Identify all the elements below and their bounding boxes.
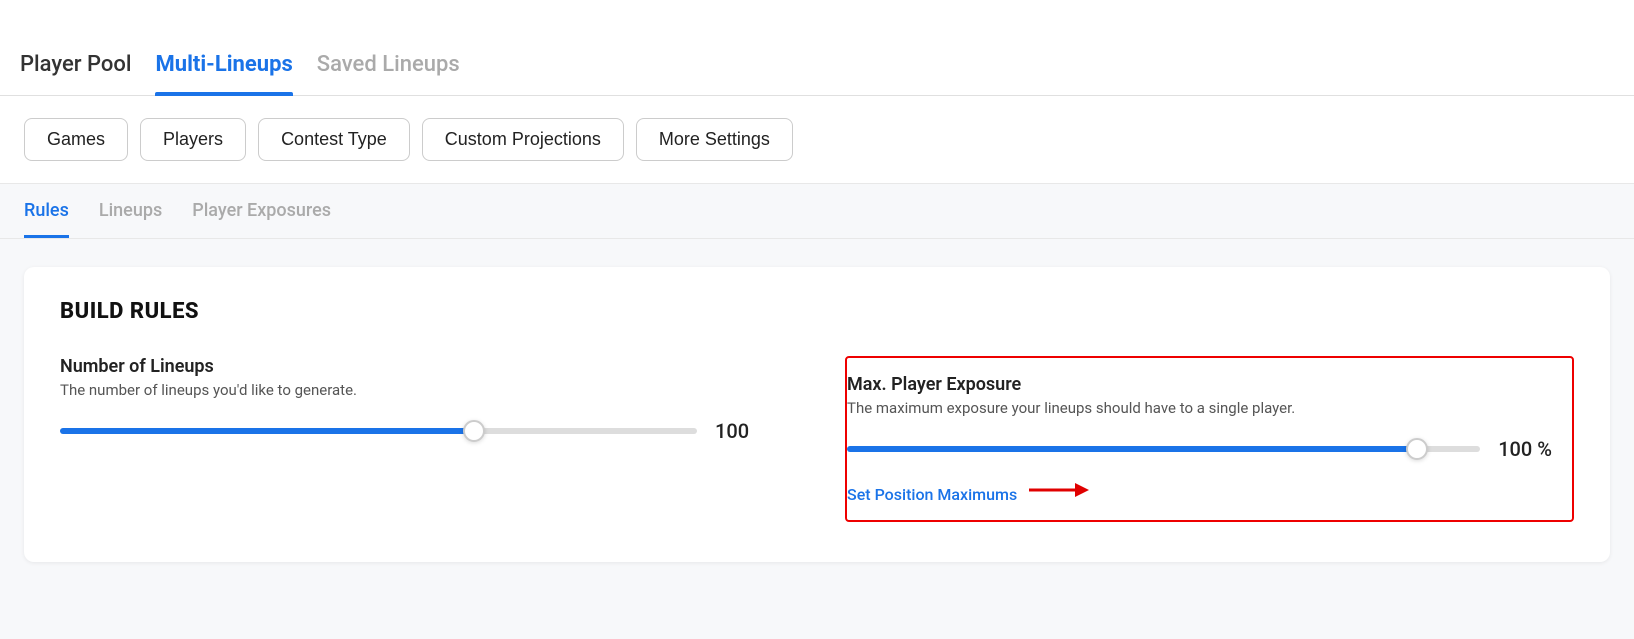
rules-row: Number of Lineups The number of lineups … [60,356,1574,522]
number-of-lineups-section: Number of Lineups The number of lineups … [60,356,765,443]
filter-more-settings-button[interactable]: More Settings [636,118,793,161]
red-arrow-icon [1029,479,1089,501]
exposure-slider-fill [847,446,1417,452]
nav-player-pool[interactable]: Player Pool [20,52,155,95]
set-position-maximums-link[interactable]: Set Position Maximums [847,485,1017,504]
lineups-slider-thumb[interactable] [463,420,485,442]
filter-contest-type-button[interactable]: Contest Type [258,118,410,161]
exposure-slider-thumb[interactable] [1406,438,1428,460]
max-player-exposure-section: Max. Player Exposure The maximum exposur… [845,356,1574,522]
sub-tab-rules[interactable]: Rules [24,200,69,238]
lineups-slider-fill [60,428,474,434]
exposure-slider-track [847,446,1480,452]
exposure-slider-wrapper[interactable] [847,437,1480,461]
filter-bar: Games Players Contest Type Custom Projec… [0,96,1634,184]
nav-multi-lineups[interactable]: Multi-Lineups [155,52,316,95]
exposure-label: Max. Player Exposure [847,374,1552,395]
nav-saved-lineups[interactable]: Saved Lineups [317,52,484,95]
sub-tabs: Rules Lineups Player Exposures [0,184,1634,239]
exposure-slider-row: 100 % [847,437,1552,461]
filter-games-button[interactable]: Games [24,118,128,161]
top-nav: Player Pool Multi-Lineups Saved Lineups [0,0,1634,96]
exposure-slider-value: 100 % [1498,437,1552,461]
lineups-label: Number of Lineups [60,356,765,377]
build-rules-title: BUILD RULES [60,299,1574,324]
exposure-desc: The maximum exposure your lineups should… [847,399,1552,417]
lineups-slider-wrapper[interactable] [60,419,697,443]
lineups-desc: The number of lineups you'd like to gene… [60,381,765,399]
filter-custom-projections-button[interactable]: Custom Projections [422,118,624,161]
lineups-slider-track [60,428,697,434]
sub-tab-lineups[interactable]: Lineups [99,200,162,238]
build-rules-card: BUILD RULES Number of Lineups The number… [24,267,1610,562]
main-content: BUILD RULES Number of Lineups The number… [0,239,1634,639]
filter-players-button[interactable]: Players [140,118,246,161]
lineups-slider-value: 100 [715,419,765,443]
lineups-slider-row: 100 [60,419,765,443]
sub-tab-player-exposures[interactable]: Player Exposures [192,200,331,238]
